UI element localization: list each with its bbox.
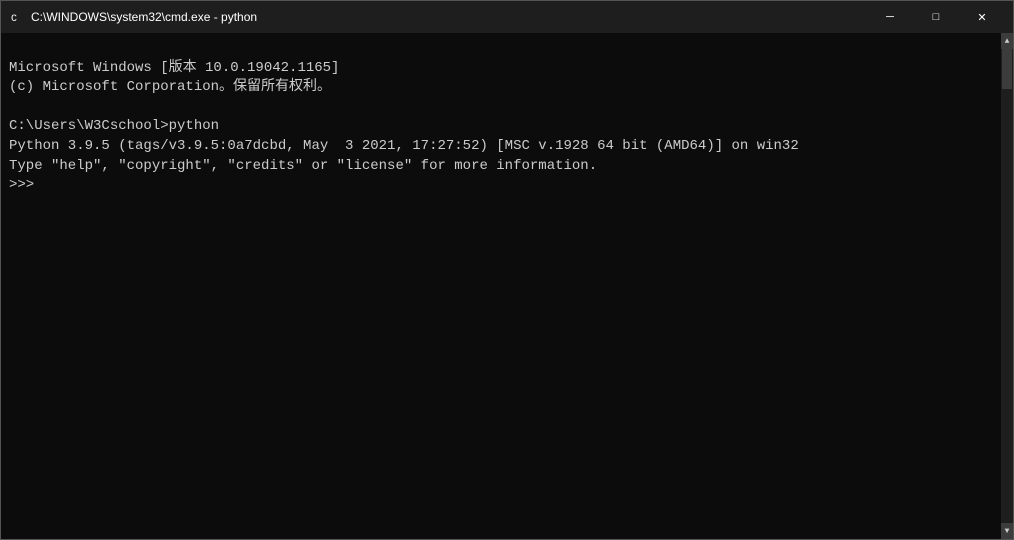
vertical-scrollbar[interactable]: ▲ ▼ bbox=[1001, 33, 1013, 539]
window-controls: ─ □ ✕ bbox=[867, 1, 1005, 33]
cmd-window: C C:\WINDOWS\system32\cmd.exe - python ─… bbox=[0, 0, 1014, 540]
minimize-button[interactable]: ─ bbox=[867, 1, 913, 33]
console-line-6: Type "help", "copyright", "credits" or "… bbox=[9, 158, 597, 174]
console-line-4: C:\Users\W3Cschool>python bbox=[9, 118, 219, 134]
app-icon: C bbox=[9, 9, 25, 25]
scrollbar-thumb[interactable] bbox=[1002, 49, 1012, 89]
console-line-1: Microsoft Windows [版本 10.0.19042.1165] bbox=[9, 60, 339, 76]
console-output: Microsoft Windows [版本 10.0.19042.1165] (… bbox=[1, 33, 1001, 539]
scrollbar-down-arrow[interactable]: ▼ bbox=[1001, 523, 1013, 539]
close-button[interactable]: ✕ bbox=[959, 1, 1005, 33]
titlebar: C C:\WINDOWS\system32\cmd.exe - python ─… bbox=[1, 1, 1013, 33]
console-prompt: >>> bbox=[9, 177, 43, 193]
svg-text:C: C bbox=[11, 14, 17, 24]
maximize-button[interactable]: □ bbox=[913, 1, 959, 33]
console-line-2: (c) Microsoft Corporation。保留所有权利。 bbox=[9, 79, 331, 95]
console-area[interactable]: Microsoft Windows [版本 10.0.19042.1165] (… bbox=[1, 33, 1013, 539]
window-title: C:\WINDOWS\system32\cmd.exe - python bbox=[31, 10, 867, 24]
scrollbar-up-arrow[interactable]: ▲ bbox=[1001, 33, 1013, 49]
scrollbar-track[interactable] bbox=[1001, 49, 1013, 523]
console-line-5: Python 3.9.5 (tags/v3.9.5:0a7dcbd, May 3… bbox=[9, 138, 799, 154]
